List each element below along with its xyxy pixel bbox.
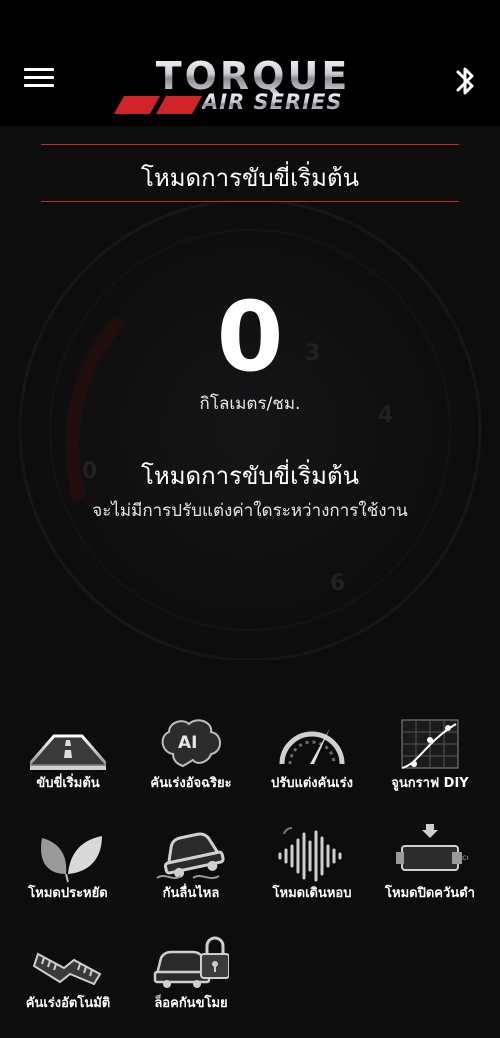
mode-tile-throttle-tune[interactable]: ปรับแต่งคันเร่ง: [252, 708, 372, 818]
ai-brain-icon: AI: [161, 719, 221, 768]
mode-tile-eco[interactable]: โหมดประหยัด: [8, 818, 128, 928]
pedal-icon: [32, 952, 102, 986]
title-bottom-divider: [41, 201, 459, 202]
graph-icon: [401, 719, 459, 769]
gauge-tick-4: 4: [378, 403, 393, 428]
mode-tile-smart-throttle[interactable]: AI คันเร่งอัจฉริยะ: [131, 708, 251, 818]
mode-title-bar: โหมดการขับขี่เริ่มต้น: [41, 144, 459, 202]
current-mode-description: จะไม่มีการปรับแต่งค่าใดระหว่างการใช้งาน: [92, 501, 408, 521]
mode-label-throttle-tune: ปรับแต่งคันเร่ง: [270, 776, 353, 791]
logo-stripes: [114, 96, 202, 114]
waveform-icon: [278, 827, 342, 882]
mode-tile-anti-skid[interactable]: กันลื่นไหล: [131, 818, 251, 928]
mode-label-anti-skid: กันลื่นไหล: [162, 886, 220, 901]
mode-label-smart-throttle: คันเร่งอัจฉริยะ: [150, 776, 232, 791]
speed-unit: กิโลเมตร/ชม.: [199, 394, 301, 414]
skid-car-icon: [156, 832, 225, 879]
mode-label-diy-graph: จูนกราฟ DIY: [391, 776, 469, 791]
speedometer-icon: [279, 728, 345, 765]
exhaust-icon: co.: [396, 824, 468, 871]
car-lock-icon: [153, 936, 229, 988]
background-gauge: 0 3 4 6: [18, 200, 482, 660]
svg-text:AI: AI: [178, 733, 197, 753]
mode-label-eco: โหมดประหยัด: [28, 886, 108, 901]
title-top-divider: [41, 144, 459, 145]
road-icon: [30, 734, 106, 770]
mode-tile-idle[interactable]: โหมดเดินหอบ: [252, 818, 372, 928]
mode-label-anti-theft: ล็อคกันขโมย: [154, 996, 228, 1011]
mode-tile-auto-throttle[interactable]: คันเร่งอัตโนมัติ: [8, 928, 128, 1038]
leaf-icon: [41, 836, 102, 882]
torque-logo: TORQUE AIR SERIES: [110, 54, 395, 120]
mode-tile-diy-graph[interactable]: จูนกราฟ DIY: [370, 708, 490, 818]
mode-grid: ขับขี่เริ่มต้น AI คันเร่งอัจฉริยะ ปรับแต…: [0, 700, 500, 1024]
svg-text:co.: co.: [462, 853, 468, 862]
current-mode-title: โหมดการขับขี่เริ่มต้น: [141, 462, 359, 490]
mode-label-default: ขับขี่เริ่มต้น: [36, 776, 100, 791]
mode-label-idle: โหมดเดินหอบ: [272, 886, 352, 901]
gauge-tick-6: 6: [330, 571, 345, 596]
mode-tile-black-smoke-off[interactable]: co. โหมดปิดควันดำ: [370, 818, 490, 928]
mode-label-black-smoke-off: โหมดปิดควันดำ: [385, 886, 475, 901]
page-title: โหมดการขับขี่เริ่มต้น: [141, 164, 359, 192]
mode-label-auto-throttle: คันเร่งอัตโนมัติ: [25, 996, 111, 1011]
hamburger-menu-icon[interactable]: [24, 68, 54, 94]
app-header: TORQUE AIR SERIES: [0, 0, 500, 126]
logo-sub-text: AIR SERIES: [202, 90, 343, 114]
bluetooth-icon[interactable]: [452, 62, 480, 100]
mode-tile-anti-theft[interactable]: ล็อคกันขโมย: [131, 928, 251, 1038]
mode-tile-default[interactable]: ขับขี่เริ่มต้น: [8, 708, 128, 818]
speed-value: 0: [216, 281, 284, 393]
